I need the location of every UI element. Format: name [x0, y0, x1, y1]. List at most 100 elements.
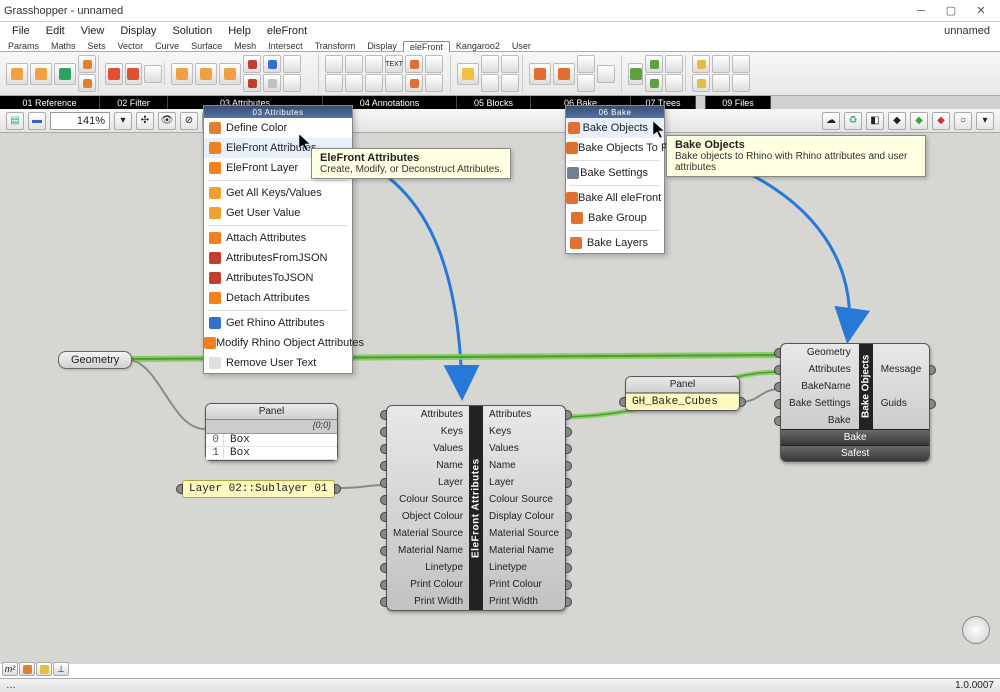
ribbon-icon[interactable]: [597, 65, 615, 83]
ribbon-icon[interactable]: [6, 63, 28, 85]
input-port[interactable]: Material Name: [387, 542, 469, 559]
ribbon-icon[interactable]: [345, 55, 363, 73]
cat-curve[interactable]: Curve: [149, 41, 185, 51]
grip[interactable]: [565, 529, 572, 539]
tool-icon[interactable]: ⊥: [53, 662, 69, 676]
cat-intersect[interactable]: Intersect: [262, 41, 309, 51]
zoom-percent[interactable]: 141%: [50, 112, 110, 130]
ribbon-icon[interactable]: [577, 74, 595, 92]
input-port[interactable]: Attributes: [781, 361, 859, 378]
ribbon-icon[interactable]: [283, 55, 301, 73]
open-icon[interactable]: ▤: [6, 112, 24, 130]
output-port[interactable]: Layer: [483, 474, 565, 491]
grip[interactable]: [176, 484, 183, 494]
cat-vector[interactable]: Vector: [112, 41, 150, 51]
grip[interactable]: [565, 478, 572, 488]
cat-kangaroo2[interactable]: Kangaroo2: [450, 41, 506, 51]
canvas[interactable]: Geometry Panel {0;0} 0Box 1Box Layer 02:…: [0, 133, 1000, 664]
ribbon-icon[interactable]: [501, 55, 519, 73]
output-port[interactable]: Colour Source: [483, 491, 565, 508]
grip[interactable]: [380, 495, 387, 505]
ribbon-icon[interactable]: [195, 63, 217, 85]
ribbon-icon[interactable]: [325, 74, 343, 92]
minimize-button[interactable]: ─: [906, 1, 936, 21]
grip[interactable]: [929, 399, 936, 409]
ribbon-icon[interactable]: [243, 55, 261, 73]
menu-file[interactable]: File: [4, 23, 38, 39]
dropdown-item[interactable]: Detach Attributes: [204, 288, 352, 308]
output-port[interactable]: Guids: [873, 395, 930, 412]
shade-blank-icon[interactable]: ○: [954, 112, 972, 130]
dropdown-item[interactable]: AttributesFromJSON: [204, 248, 352, 268]
grip[interactable]: [380, 580, 387, 590]
dropdown-item[interactable]: Get All Keys/Values: [204, 183, 352, 203]
grip[interactable]: [334, 484, 341, 494]
input-port[interactable]: Bake Settings: [781, 395, 859, 412]
settings-dropdown[interactable]: ▾: [976, 112, 994, 130]
grip[interactable]: [565, 495, 572, 505]
output-port[interactable]: Print Colour: [483, 576, 565, 593]
ribbon-icon[interactable]: [30, 63, 52, 85]
bake-button[interactable]: Bake: [781, 429, 929, 445]
ribbon-icon[interactable]: [425, 74, 443, 92]
output-port[interactable]: Values: [483, 440, 565, 457]
input-port[interactable]: Colour Source: [387, 491, 469, 508]
ribbon-icon[interactable]: [325, 55, 343, 73]
ribbon-icon[interactable]: [732, 55, 750, 73]
save-icon[interactable]: ▬: [28, 112, 46, 130]
cat-params[interactable]: Params: [2, 41, 45, 51]
grip[interactable]: [380, 461, 387, 471]
grip[interactable]: [565, 444, 572, 454]
grip[interactable]: [380, 563, 387, 573]
menu-edit[interactable]: Edit: [38, 23, 73, 39]
cat-surface[interactable]: Surface: [185, 41, 228, 51]
maximize-button[interactable]: ▢: [936, 1, 966, 21]
input-port[interactable]: Bake: [781, 412, 859, 429]
ribbon-icon[interactable]: [78, 74, 96, 92]
ribbon-icon[interactable]: [577, 55, 595, 73]
grip[interactable]: [380, 427, 387, 437]
recycle-icon[interactable]: ♻: [844, 112, 862, 130]
grip[interactable]: [774, 382, 781, 392]
ribbon-icon[interactable]: [105, 63, 123, 85]
grip[interactable]: [380, 597, 387, 607]
paneltab-05-blocks[interactable]: 05 Blocks: [457, 96, 531, 109]
input-port[interactable]: BakeName: [781, 378, 859, 395]
param-geometry[interactable]: Geometry: [58, 351, 132, 369]
input-port[interactable]: Keys: [387, 423, 469, 440]
output-port[interactable]: Print Width: [483, 593, 565, 610]
grip[interactable]: [380, 529, 387, 539]
input-port[interactable]: Name: [387, 457, 469, 474]
paneltab-01-reference[interactable]: 01 Reference: [0, 96, 100, 109]
ribbon-icon[interactable]: [645, 74, 663, 92]
tool-icon[interactable]: [19, 662, 35, 676]
ribbon-icon[interactable]: [263, 74, 281, 92]
close-button[interactable]: ✕: [966, 1, 996, 21]
output-port[interactable]: Message: [873, 361, 930, 378]
paneltab-02-filter[interactable]: 02 Filter: [100, 96, 168, 109]
input-port[interactable]: Attributes: [387, 406, 469, 423]
ribbon-icon[interactable]: [529, 63, 551, 85]
dropdown-item[interactable]: Bake Objects To File: [566, 138, 664, 158]
ribbon-icon[interactable]: [457, 63, 479, 85]
ribbon-icon[interactable]: [425, 55, 443, 73]
grip[interactable]: [380, 410, 387, 420]
grip[interactable]: [565, 580, 572, 590]
text-icon[interactable]: TEXT: [385, 55, 403, 73]
ribbon-icon[interactable]: [481, 55, 499, 73]
cat-maths[interactable]: Maths: [45, 41, 82, 51]
grip[interactable]: [565, 563, 572, 573]
preview-icon[interactable]: ◧: [866, 112, 884, 130]
dropdown-item[interactable]: Modify Rhino Object Attributes: [204, 333, 352, 353]
ribbon-icon[interactable]: [263, 55, 281, 73]
dropdown-item[interactable]: Bake Settings: [566, 163, 664, 183]
ribbon-icon[interactable]: [144, 65, 162, 83]
ribbon-icon[interactable]: [243, 74, 261, 92]
component-elefront-attributes[interactable]: AttributesKeysValuesNameLayerColour Sour…: [386, 405, 566, 611]
ribbon-icon[interactable]: [171, 63, 193, 85]
ribbon-icon[interactable]: [385, 74, 403, 92]
ribbon-icon[interactable]: [345, 74, 363, 92]
cat-transform[interactable]: Transform: [309, 41, 362, 51]
dropdown-item[interactable]: Define Color: [204, 118, 352, 138]
eye-off-icon[interactable]: ⊘: [180, 112, 198, 130]
